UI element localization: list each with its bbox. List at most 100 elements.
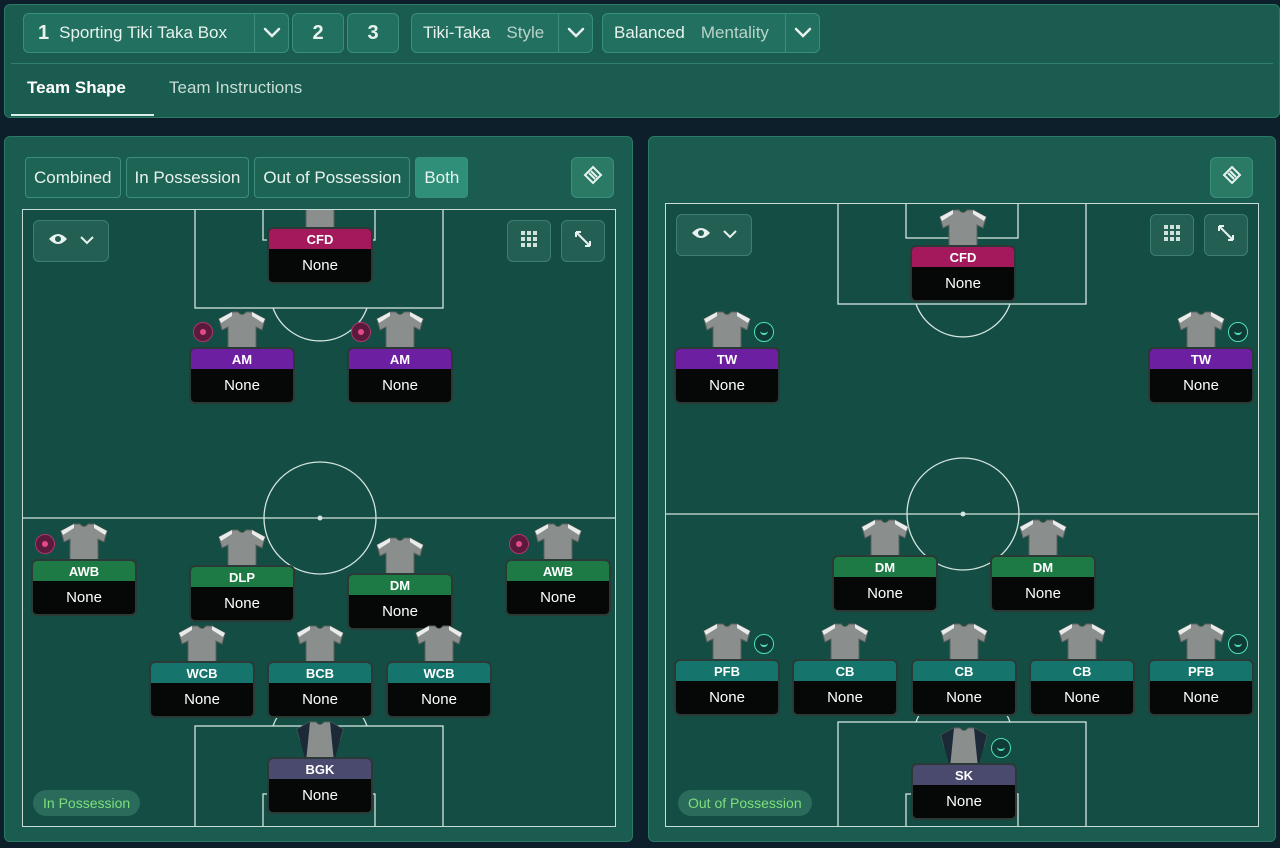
chevron-down-icon[interactable] (558, 14, 592, 52)
role-label: DLP (191, 567, 293, 587)
eye-icon (691, 226, 711, 245)
player-card[interactable]: DLP None (189, 565, 295, 622)
toggle-out-of-possession[interactable]: Out of Possession (254, 157, 411, 198)
player-slot-wcb[interactable]: WCB None (386, 624, 492, 718)
shirt-icon (940, 622, 988, 665)
player-name: None (224, 595, 260, 612)
player-name: None (66, 589, 102, 606)
mentality-selector[interactable]: Balanced Mentality (602, 13, 820, 53)
tab-team-shape[interactable]: Team Shape (27, 78, 126, 98)
visibility-toggle[interactable] (676, 214, 752, 256)
player-slot-tw[interactable]: TW None (674, 310, 780, 404)
player-card[interactable]: CB None (1029, 659, 1135, 716)
shirt-icon (703, 622, 751, 665)
player-name: None (827, 689, 863, 706)
player-slot-bgk[interactable]: BGK None (267, 720, 373, 814)
chevron-down-icon (723, 226, 737, 244)
active-tab-indicator (11, 114, 154, 116)
tactic-number: 1 (38, 21, 50, 44)
player-card[interactable]: TW None (674, 347, 780, 404)
role-label: AM (191, 349, 293, 369)
player-card[interactable]: DM None (347, 573, 453, 630)
player-slot-pfb[interactable]: PFB None (1148, 622, 1254, 716)
role-label: AM (349, 349, 451, 369)
player-slot-cfd[interactable]: CFD None (267, 210, 373, 284)
player-card[interactable]: DM None (832, 555, 938, 612)
player-card[interactable]: AWB None (505, 559, 611, 616)
player-slot-dm[interactable]: DM None (832, 518, 938, 612)
shirt-icon (703, 310, 751, 353)
player-card[interactable]: BGK None (267, 757, 373, 814)
chevron-down-icon (80, 232, 94, 250)
expand-button[interactable] (1204, 214, 1248, 256)
player-card[interactable]: AM None (189, 347, 295, 404)
player-slot-awb[interactable]: AWB None (505, 522, 611, 616)
player-slot-dm[interactable]: DM None (990, 518, 1096, 612)
chevron-down-icon[interactable] (254, 14, 288, 52)
player-slot-am[interactable]: AM None (189, 310, 295, 404)
player-slot-cb[interactable]: CB None (911, 622, 1017, 716)
chevron-down-icon[interactable] (785, 14, 819, 52)
player-card[interactable]: AWB None (31, 559, 137, 616)
support-duty-icon (1228, 634, 1248, 654)
player-slot-pfb[interactable]: PFB None (674, 622, 780, 716)
player-card[interactable]: WCB None (386, 661, 492, 718)
player-slot-tw[interactable]: TW None (1148, 310, 1254, 404)
role-label: CFD (912, 247, 1014, 267)
player-name: None (302, 691, 338, 708)
eye-icon (48, 232, 68, 251)
player-card[interactable]: SK None (911, 763, 1017, 820)
role-label: DM (834, 557, 936, 577)
tactic-slot-3-button[interactable]: 3 (347, 13, 399, 53)
player-card[interactable]: CB None (792, 659, 898, 716)
player-card[interactable]: PFB None (674, 659, 780, 716)
role-label: WCB (151, 663, 253, 683)
player-slot-cb[interactable]: CB None (792, 622, 898, 716)
pitch-out-of-possession[interactable]: Out of Possession CFD None TW None TW None DM N… (665, 203, 1259, 827)
out-of-possession-panel: Out of Possession CFD None TW None TW None DM N… (648, 136, 1276, 842)
player-card[interactable]: WCB None (149, 661, 255, 718)
player-slot-sk[interactable]: SK None (911, 726, 1017, 820)
player-name: None (709, 377, 745, 394)
player-card[interactable]: AM None (347, 347, 453, 404)
shirt-icon (296, 720, 344, 763)
player-slot-cfd[interactable]: CFD None (910, 208, 1016, 302)
in-possession-panel: Combined In Possession Out of Possession… (4, 136, 633, 842)
player-slot-awb[interactable]: AWB None (31, 522, 137, 616)
player-slot-dlp[interactable]: DLP None (189, 528, 295, 622)
player-slot-am[interactable]: AM None (347, 310, 453, 404)
player-card[interactable]: DM None (990, 555, 1096, 612)
expand-button[interactable] (561, 220, 605, 262)
player-name: None (1025, 585, 1061, 602)
grid-toggle-button[interactable] (1150, 214, 1194, 256)
role-label: AWB (507, 561, 609, 581)
tactics-board-button[interactable] (571, 157, 614, 198)
player-card[interactable]: BCB None (267, 661, 373, 718)
shirt-icon (1177, 310, 1225, 353)
tactics-board-icon (1222, 165, 1242, 190)
toggle-combined[interactable]: Combined (25, 157, 121, 198)
tactics-board-icon (583, 165, 603, 190)
player-card[interactable]: TW None (1148, 347, 1254, 404)
style-selector[interactable]: Tiki-Taka Style (411, 13, 593, 53)
attack-duty-icon (193, 322, 213, 342)
toggle-both[interactable]: Both (415, 157, 469, 198)
player-slot-dm[interactable]: DM None (347, 536, 453, 630)
role-label: CFD (269, 229, 371, 249)
tab-team-instructions[interactable]: Team Instructions (169, 78, 302, 98)
toggle-in-possession[interactable]: In Possession (125, 157, 250, 198)
player-card[interactable]: PFB None (1148, 659, 1254, 716)
grid-toggle-button[interactable] (507, 220, 551, 262)
expand-icon (1217, 224, 1235, 247)
tactic-selector[interactable]: 1 Sporting Tiki Taka Box (23, 13, 289, 53)
tactic-slot-2-button[interactable]: 2 (292, 13, 344, 53)
player-slot-bcb[interactable]: BCB None (267, 624, 373, 718)
player-card[interactable]: CFD None (267, 227, 373, 284)
pitch-in-possession[interactable]: In Possession CFD None AM None AM None AWB None… (22, 209, 616, 827)
player-slot-wcb[interactable]: WCB None (149, 624, 255, 718)
player-card[interactable]: CFD None (910, 245, 1016, 302)
player-card[interactable]: CB None (911, 659, 1017, 716)
player-slot-cb[interactable]: CB None (1029, 622, 1135, 716)
tactics-board-button[interactable] (1210, 157, 1253, 198)
visibility-toggle[interactable] (33, 220, 109, 262)
